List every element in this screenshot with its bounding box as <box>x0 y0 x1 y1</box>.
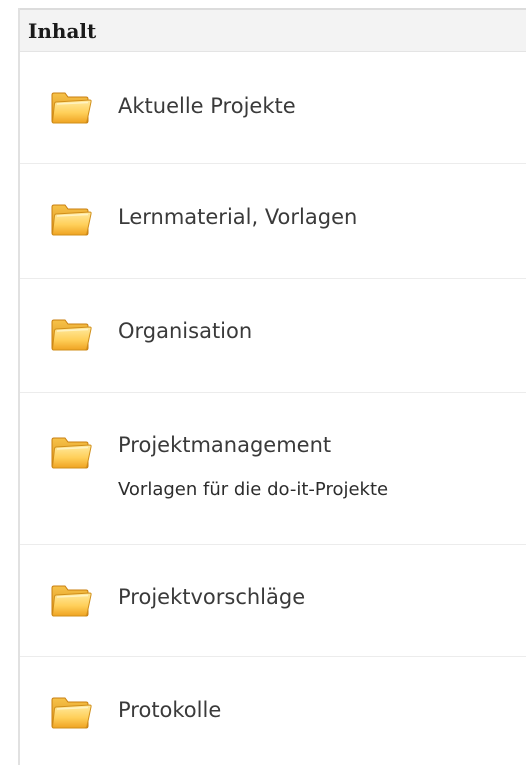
folder-icon <box>50 317 92 351</box>
item-title[interactable]: Protokolle <box>118 698 221 722</box>
folder-icon <box>50 583 92 617</box>
folder-icon <box>50 695 92 729</box>
folder-icon <box>50 90 92 124</box>
list-item-protokolle[interactable]: Protokolle <box>20 657 526 765</box>
panel-header: Inhalt <box>20 8 526 52</box>
item-title[interactable]: Lernmaterial, Vorlagen <box>118 205 357 229</box>
content-panel: Inhalt Aktuelle Projekte Lernmaterial, V… <box>18 8 526 765</box>
folder-icon <box>50 435 92 469</box>
list-item-organisation[interactable]: Organisation <box>20 279 526 393</box>
panel-title: Inhalt <box>28 18 97 43</box>
list-item-projektvorschlaege[interactable]: Projektvorschläge <box>20 545 526 657</box>
list-item-lernmaterial-vorlagen[interactable]: Lernmaterial, Vorlagen <box>20 164 526 279</box>
item-title[interactable]: Organisation <box>118 319 252 343</box>
item-title[interactable]: Aktuelle Projekte <box>118 94 296 118</box>
list-item-projektmanagement[interactable]: Projektmanagement Vorlagen für die do-it… <box>20 393 526 545</box>
item-title[interactable]: Projektvorschläge <box>118 585 305 609</box>
list-item-aktuelle-projekte[interactable]: Aktuelle Projekte <box>20 52 526 164</box>
item-description: Vorlagen für die do-it-Projekte <box>118 479 389 500</box>
item-title[interactable]: Projektmanagement <box>118 433 331 457</box>
folder-icon <box>50 202 92 236</box>
